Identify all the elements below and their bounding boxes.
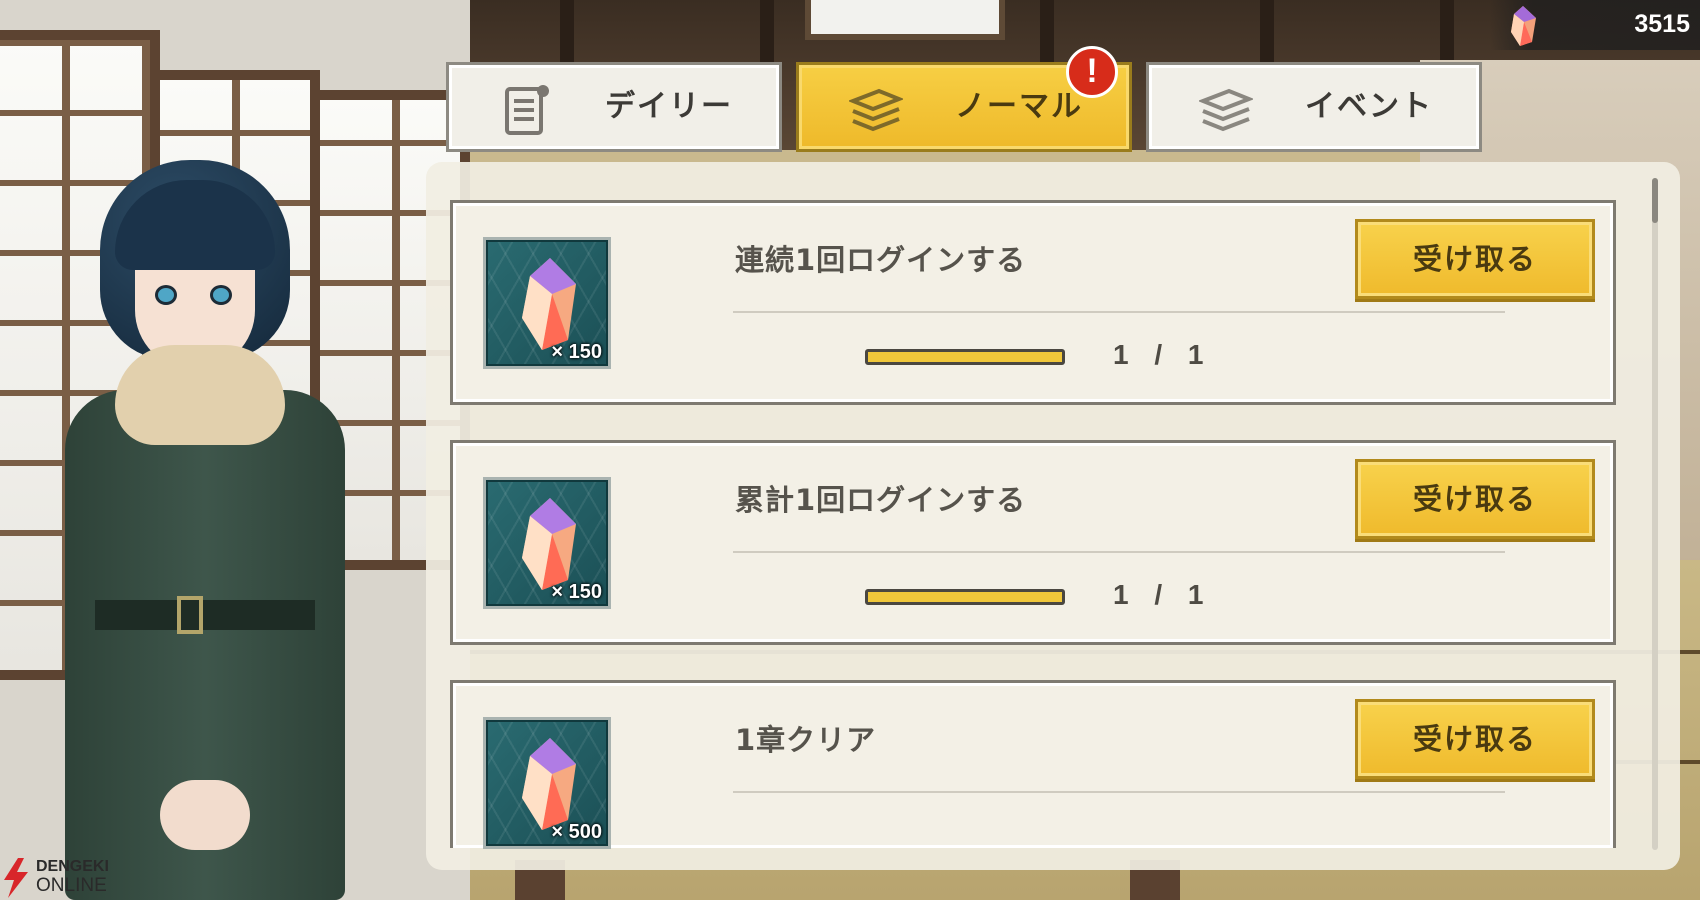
scrollbar-thumb[interactable] — [1652, 178, 1658, 223]
progress-text: 1 / 1 — [1113, 339, 1204, 370]
reward-slot: × 500 — [483, 717, 611, 849]
character-portrait — [55, 160, 355, 900]
crystal-icon — [522, 258, 576, 350]
mission-item: × 150 累計1回ログインする 1 / 1 受け取る — [450, 440, 1616, 645]
mission-item: × 150 連続1回ログインする 1 / 1 受け取る — [450, 200, 1616, 405]
tab-daily[interactable]: デイリー — [446, 62, 782, 152]
notification-badge: ! — [1066, 46, 1118, 98]
divider — [733, 311, 1505, 313]
divider — [733, 791, 1505, 793]
watermark-line2: ONLINE — [36, 875, 107, 896]
watermark-line1: DENGEKI — [36, 858, 109, 875]
progress-bar — [865, 589, 1065, 605]
divider — [733, 551, 1505, 553]
currency-amount: 3515 — [1634, 10, 1690, 38]
reward-quantity: × 500 — [551, 821, 602, 843]
scrollbar-track[interactable] — [1652, 178, 1658, 850]
dengeki-online-watermark: DENGEKI ONLINE — [0, 856, 130, 900]
reward-slot: × 150 — [483, 237, 611, 369]
crystal-icon — [522, 738, 576, 830]
crystal-icon — [522, 498, 576, 590]
tab-label: イベント — [1305, 89, 1433, 124]
reward-quantity: × 150 — [551, 581, 602, 603]
claim-button[interactable]: 受け取る — [1355, 219, 1595, 299]
document-icon — [505, 85, 549, 135]
claim-button[interactable]: 受け取る — [1355, 459, 1595, 539]
progress-bar — [865, 349, 1065, 365]
progress-text: 1 / 1 — [1113, 579, 1204, 610]
mission-item: × 500 1章クリア 受け取る — [450, 680, 1616, 849]
ceiling-lamp — [805, 0, 1005, 40]
currency-display: 3515 — [1490, 0, 1700, 50]
mission-title: 累計1回ログインする — [735, 483, 1027, 517]
reward-quantity: × 150 — [551, 341, 602, 363]
stack-icon — [1199, 88, 1253, 132]
mission-title: 1章クリア — [735, 723, 877, 757]
tab-event[interactable]: イベント — [1146, 62, 1482, 152]
reward-slot: × 150 — [483, 477, 611, 609]
crystal-icon — [1511, 6, 1536, 46]
mission-title: 連続1回ログインする — [735, 243, 1027, 277]
tab-label: デイリー — [605, 89, 733, 124]
stack-icon — [849, 88, 903, 132]
lightning-bolt-icon — [4, 858, 28, 898]
claim-button[interactable]: 受け取る — [1355, 699, 1595, 779]
